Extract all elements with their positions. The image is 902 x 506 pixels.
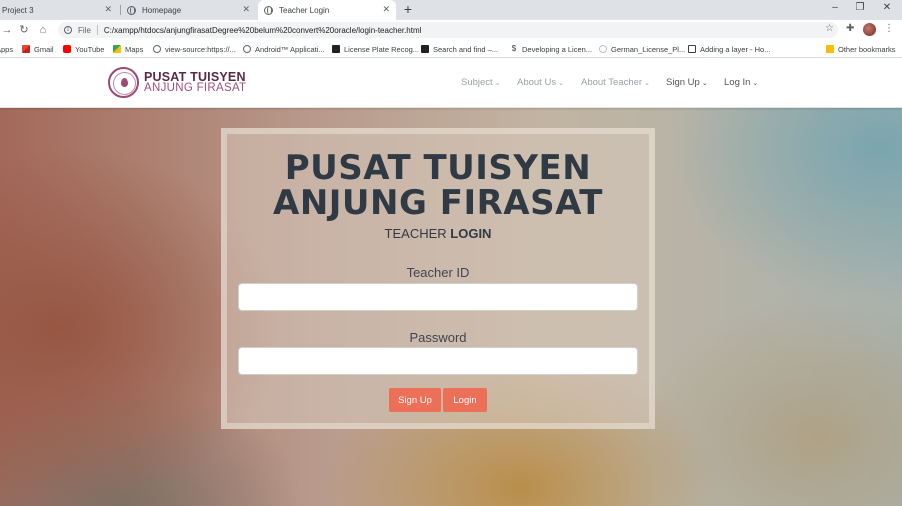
bookmark-label: Maps (125, 44, 144, 54)
address-bar[interactable]: i File C:/xampp/htdocs/anjungfirasatDegr… (58, 22, 838, 38)
tab-homepage[interactable]: Homepage ✕ (123, 0, 256, 20)
home-icon[interactable]: ⌂ (36, 23, 50, 37)
login-heading-line2: ANJUNG FIRASAT (273, 183, 603, 223)
page-icon (688, 45, 696, 53)
bookmark-label: Other bookmarks (838, 44, 896, 54)
extensions-puzzle-icon[interactable]: ✚ (846, 23, 854, 34)
tab-separator (120, 5, 121, 15)
chevron-down-icon: ⌄ (494, 80, 501, 87)
sign-up-button[interactable]: Sign Up (389, 388, 441, 412)
bookmark-adding-layer[interactable]: Adding a layer - Ho... (688, 43, 770, 55)
nav-about-us[interactable]: About Us ⌄ (517, 77, 564, 88)
dollar-icon: $ (511, 44, 517, 53)
nav-subject[interactable]: Subject ⌄ (461, 77, 501, 88)
subtitle-role: TEACHER (384, 226, 447, 241)
login-form: PUSAT TUISYEN ANJUNG FIRASAT TEACHER LOG… (227, 134, 649, 423)
teacher-id-input[interactable] (238, 283, 638, 311)
page-icon (421, 45, 429, 53)
tab-project-3[interactable]: Project 3 ✕ (0, 0, 118, 20)
chevron-down-icon: ⌄ (701, 80, 708, 87)
folder-icon (826, 45, 834, 53)
logo-subtitle[interactable]: ANJUNG FIRASAT (144, 82, 246, 94)
close-icon[interactable]: ✕ (104, 4, 112, 15)
info-icon[interactable]: i (64, 26, 72, 34)
nav-sign-up[interactable]: Sign Up ⌄ (666, 77, 708, 88)
close-icon[interactable]: ✕ (382, 4, 390, 15)
restore-button[interactable]: ❐ (852, 2, 868, 13)
tab-teacher-login[interactable]: Teacher Login ✕ (258, 0, 396, 20)
login-heading-line1: PUSAT TUISYEN (284, 148, 592, 188)
minimize-button[interactable]: – (827, 2, 843, 13)
bookmark-label: YouTube (75, 44, 105, 54)
bookmark-gmail[interactable]: Gmail (22, 43, 54, 55)
nav-label: Log In (724, 77, 751, 88)
bookmark-apps[interactable]: Apps (0, 43, 13, 55)
bookmark-license-plate[interactable]: License Plate Recog... (332, 43, 419, 55)
login-button[interactable]: Login (443, 388, 487, 412)
password-input[interactable] (238, 347, 638, 375)
bookmark-label: Adding a layer - Ho... (700, 44, 771, 54)
password-label: Password (409, 330, 467, 345)
bookmark-label: view-source:https://... (165, 44, 236, 54)
chevron-down-icon: ⌄ (644, 80, 650, 87)
youtube-icon (63, 45, 71, 53)
login-card: PUSAT TUISYEN ANJUNG FIRASAT TEACHER LOG… (221, 128, 655, 429)
nav-label: Subject (461, 77, 493, 88)
bookmark-german-license[interactable]: German_License_Pl... (599, 43, 685, 55)
chevron-down-icon: ⌄ (752, 80, 759, 87)
subtitle-action: LOGIN (450, 226, 492, 241)
nav-label: Sign Up (666, 77, 700, 88)
bookmark-search-find[interactable]: Search and find –... (421, 43, 498, 55)
bookmark-youtube[interactable]: YouTube (63, 43, 104, 55)
page-icon (599, 45, 607, 53)
site-navbar: PUSAT TUISYEN ANJUNG FIRASAT Subject ⌄ Ab… (0, 59, 902, 108)
bookmark-label: Search and find –... (433, 44, 499, 54)
chevron-down-icon: ⌄ (558, 80, 564, 87)
bookmark-label: Developing a Licen... (522, 44, 593, 54)
logo-emblem-icon[interactable] (108, 67, 139, 98)
forward-arrow-icon[interactable]: → (0, 23, 14, 37)
tab-label: Homepage (142, 5, 182, 15)
globe-icon (243, 45, 251, 53)
bookmark-android[interactable]: Android™ Applicati... (243, 43, 325, 55)
page-icon (332, 45, 340, 53)
bookmark-other[interactable]: Other bookmarks (826, 43, 896, 55)
globe-icon (127, 5, 136, 15)
nav-about-teacher[interactable]: About Teacher ⌄ (581, 77, 650, 88)
bookmark-label: Android™ Applicati... (255, 44, 325, 54)
tab-label: Project 3 (2, 5, 34, 15)
globe-icon (264, 5, 273, 15)
bookmark-view-source[interactable]: view-source:https://... (153, 43, 236, 55)
bookmark-developing[interactable]: $ Developing a Licen... (510, 43, 592, 55)
url-scheme: File (78, 25, 91, 35)
bookmark-label: License Plate Recog... (344, 44, 420, 54)
bookmark-label: Apps (0, 44, 14, 54)
close-window-button[interactable]: ✕ (879, 2, 895, 13)
browser-toolbar: → ↻ ⌂ i File C:/xampp/htdocs/anjungfiras… (0, 20, 902, 40)
bookmark-label: German_License_Pl... (611, 44, 686, 54)
login-subtitle: TEACHER LOGIN (227, 226, 649, 241)
maps-icon (113, 45, 121, 53)
browser-tab-strip: Project 3 ✕ Homepage ✕ Teacher Login ✕ +… (0, 0, 902, 20)
globe-icon (153, 45, 161, 53)
nav-label: About Teacher (581, 77, 643, 88)
omnibox-divider (96, 25, 98, 35)
gmail-icon (22, 45, 30, 53)
reload-icon[interactable]: ↻ (17, 23, 31, 37)
teacher-id-label: Teacher ID (406, 265, 470, 280)
close-icon[interactable]: ✕ (242, 4, 250, 15)
tab-label: Teacher Login (279, 5, 330, 15)
url-text[interactable]: C:/xampp/htdocs/anjungfirasatDegree%20be… (104, 26, 422, 35)
new-tab-button[interactable]: + (400, 2, 416, 18)
bookmark-maps[interactable]: Maps (113, 43, 143, 55)
more-menu-icon[interactable]: ⋮ (884, 23, 894, 34)
bookmark-label: Gmail (34, 44, 54, 54)
nav-log-in[interactable]: Log In ⌄ (724, 77, 758, 88)
bookmarks-bar: Apps Gmail YouTube Maps view-source:http… (0, 40, 902, 58)
bookmark-star-icon[interactable]: ☆ (825, 23, 834, 34)
nav-label: About Us (517, 77, 557, 88)
profile-avatar[interactable] (863, 23, 876, 36)
